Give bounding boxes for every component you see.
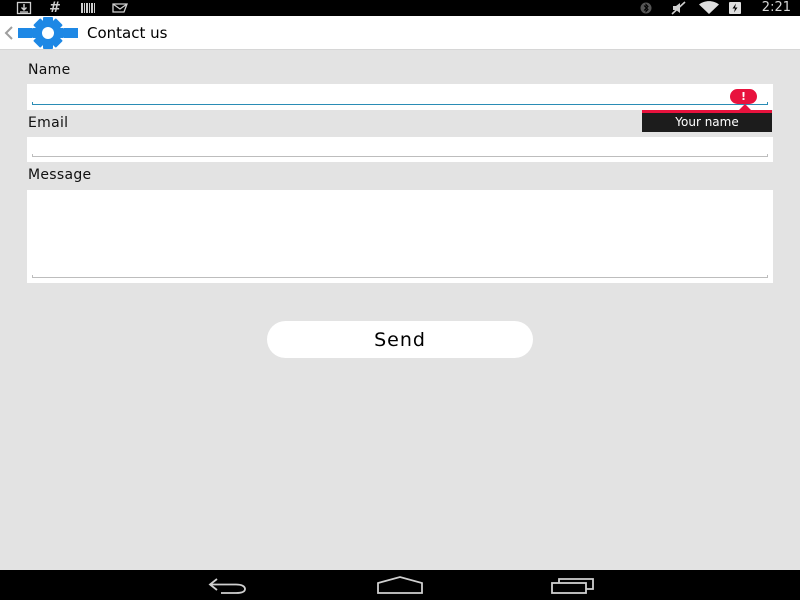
recent-apps-icon[interactable] [546, 574, 598, 596]
battery-charging-icon [727, 0, 743, 16]
download-icon [14, 0, 34, 16]
action-bar: Contact us [0, 16, 800, 50]
name-label: Name [28, 62, 71, 78]
wifi-icon [698, 0, 720, 16]
status-bar: # 2:21 [0, 0, 800, 16]
page-title: Contact us [87, 24, 168, 42]
error-popup: Your name [642, 110, 772, 132]
mute-icon [670, 0, 688, 16]
error-icon[interactable]: ! [730, 89, 757, 104]
send-button[interactable]: Send [267, 321, 533, 358]
gear-icon[interactable] [16, 17, 80, 49]
email-label: Email [28, 115, 69, 131]
gmail-icon [111, 0, 129, 16]
back-icon[interactable] [204, 574, 254, 596]
hash-icon: # [49, 0, 61, 16]
bluetooth-icon [638, 0, 654, 16]
message-label: Message [28, 167, 92, 183]
clock: 2:21 [761, 0, 791, 15]
message-field-underline [32, 275, 768, 278]
email-field-underline [32, 154, 768, 157]
email-field[interactable] [27, 137, 773, 162]
name-field-underline [32, 102, 768, 105]
barcode-icon [79, 0, 97, 16]
name-field[interactable] [27, 84, 773, 110]
up-navigation-chevron-icon[interactable] [3, 24, 15, 42]
home-icon[interactable] [374, 574, 426, 596]
message-field[interactable] [27, 190, 773, 283]
navigation-bar [0, 570, 800, 600]
